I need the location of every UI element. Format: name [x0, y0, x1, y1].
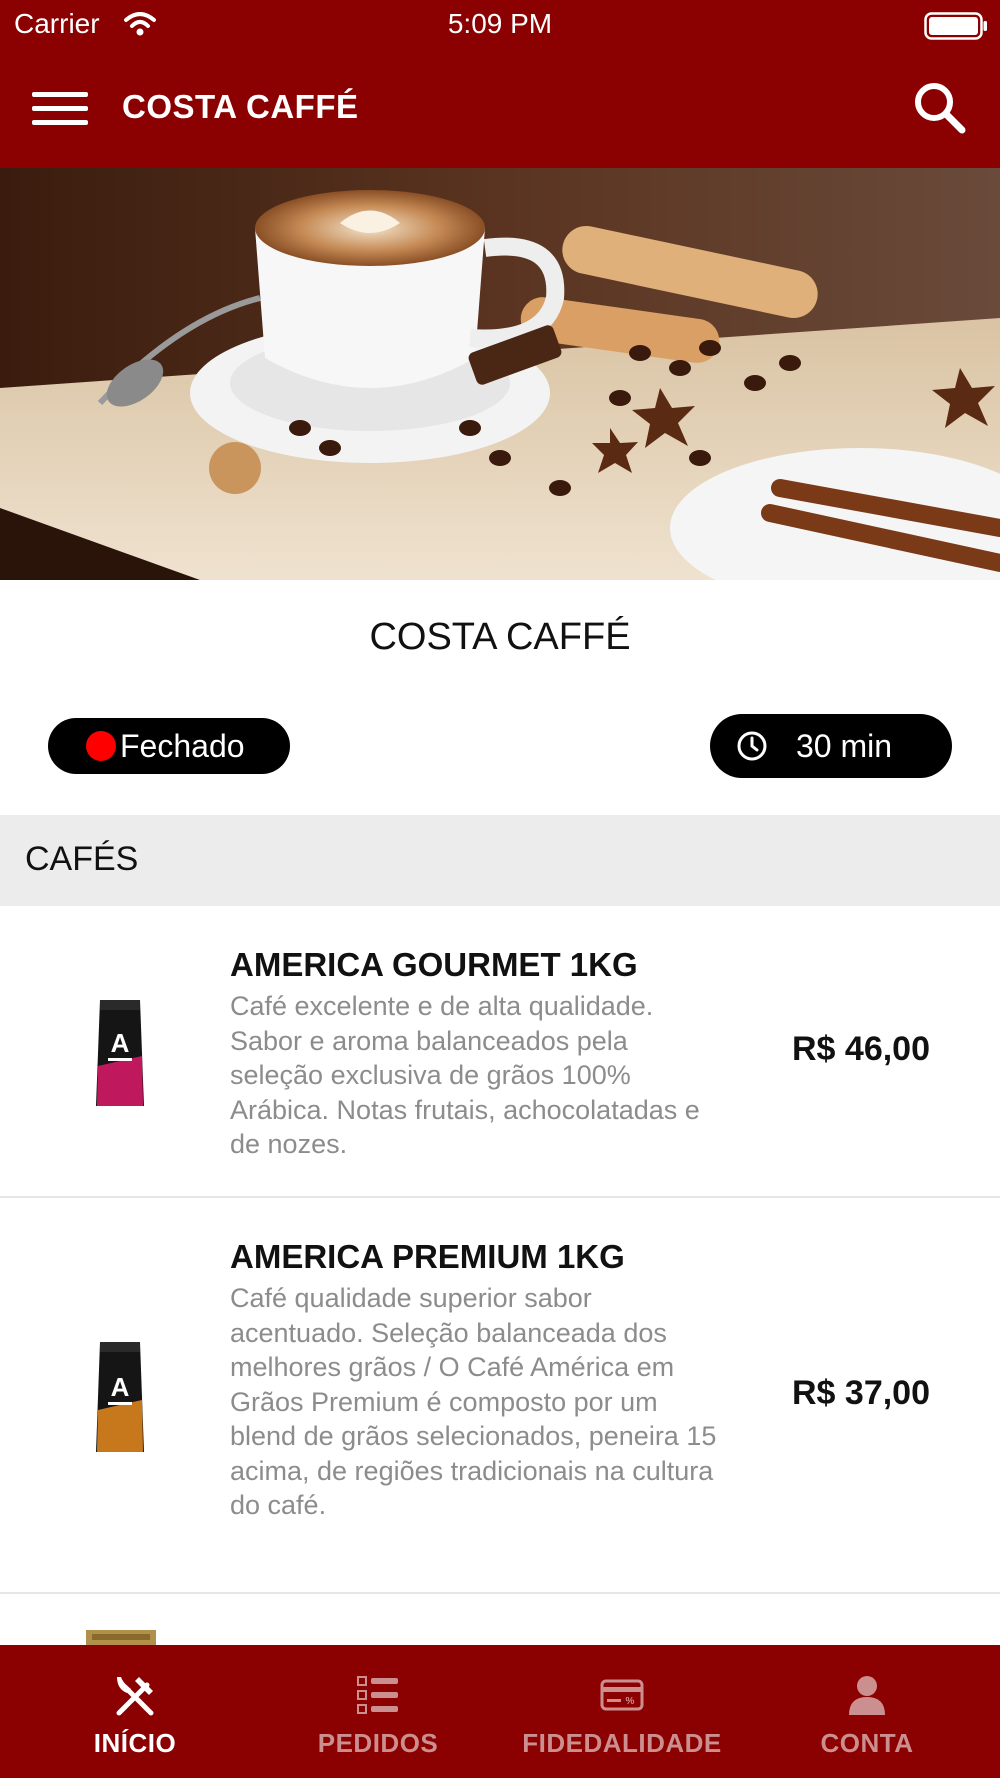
svg-text:A: A — [111, 1372, 130, 1402]
product-description: Café excelente e de alta qualidade. Sabo… — [230, 991, 700, 1159]
store-status-badge: Fechado — [48, 718, 290, 774]
battery-icon — [924, 12, 987, 40]
product-item[interactable]: A AMERICA GOURMET 1KG Café excelente e d… — [0, 906, 1000, 1198]
category-title: CAFÉS — [25, 840, 139, 878]
product-image: A — [96, 1342, 144, 1452]
store-cover-image — [0, 168, 1000, 580]
delivery-time-badge: 30 min — [710, 714, 952, 778]
tab-conta[interactable]: CONTA — [742, 1645, 992, 1778]
status-bar: Carrier 5:09 PM — [0, 0, 1000, 50]
navigation-bar: COSTA CAFFÉ — [0, 56, 1000, 168]
tab-label: INÍCIO — [93, 1728, 177, 1758]
store-status-text: Fechado — [120, 728, 245, 764]
search-icon[interactable] — [910, 78, 970, 138]
delivery-time-text: 30 min — [796, 728, 893, 764]
category-header: CAFÉS — [0, 815, 1000, 906]
clock-icon — [737, 731, 767, 761]
product-image: A — [96, 1000, 144, 1106]
product-description: Café qualidade superior sabor acentuado.… — [230, 1283, 717, 1520]
product-price: R$ 37,00 — [792, 1374, 930, 1412]
tab-inicio[interactable]: INÍCIO — [10, 1645, 260, 1778]
product-name: AMERICA PREMIUM 1KG — [230, 1238, 625, 1275]
nav-title: COSTA CAFFÉ — [122, 88, 359, 125]
tab-pedidos[interactable]: PEDIDOS — [253, 1645, 503, 1778]
store-name: COSTA CAFFÉ — [369, 616, 631, 658]
tab-label: PEDIDOS — [317, 1728, 439, 1758]
tab-label: FIDEDALIDADE — [522, 1728, 722, 1758]
svg-text:A: A — [111, 1028, 130, 1058]
bottom-tab-bar: INÍCIO PEDIDOS % FIDEDALIDADE CONTA — [0, 1645, 1000, 1778]
fork-knife-icon — [116, 1677, 154, 1716]
tab-label: CONTA — [820, 1728, 914, 1758]
status-indicator-dot — [86, 731, 116, 761]
product-name: AMERICA GOURMET 1KG — [230, 946, 638, 983]
person-icon — [849, 1676, 885, 1715]
product-item[interactable]: A AMERICA PREMIUM 1KG Café qualidade sup… — [0, 1198, 1000, 1594]
top-bar: Carrier 5:09 PM COSTA CAFFÉ — [0, 0, 1000, 168]
tab-fidelidade[interactable]: % FIDEDALIDADE — [497, 1645, 747, 1778]
checklist-icon — [357, 1676, 398, 1714]
svg-text:%: % — [626, 1696, 635, 1707]
hamburger-menu-icon[interactable] — [32, 86, 88, 128]
status-time: 5:09 PM — [447, 8, 553, 39]
product-price: R$ 46,00 — [792, 1030, 930, 1068]
credit-card-icon: % — [600, 1679, 644, 1711]
